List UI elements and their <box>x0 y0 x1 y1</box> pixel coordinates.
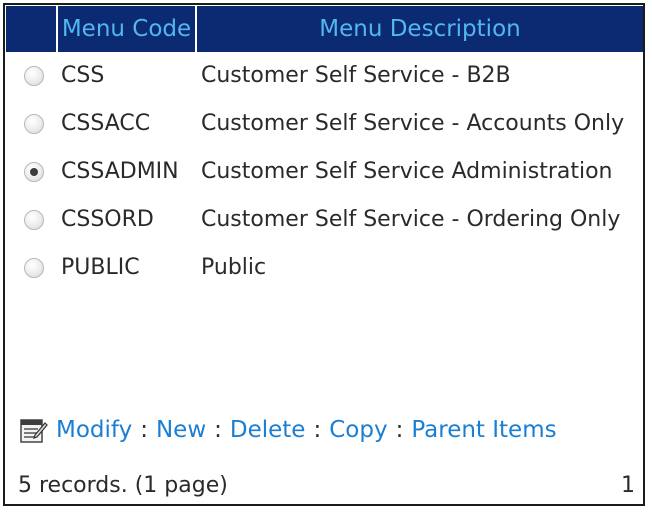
table-row[interactable]: PUBLIC Public <box>6 244 646 292</box>
table-header: Menu Code Menu Description <box>6 6 643 52</box>
menu-description-cell: Customer Self Service - Ordering Only <box>201 207 621 232</box>
header-menu-description[interactable]: Menu Description <box>197 6 643 52</box>
page-number-link[interactable]: 1 <box>621 468 635 504</box>
separator: : <box>313 417 322 443</box>
header-menu-code[interactable]: Menu Code <box>58 6 197 52</box>
table-row[interactable]: CSSORD Customer Self Service - Ordering … <box>6 196 646 244</box>
row-radio[interactable] <box>24 66 44 86</box>
menu-description-cell: Customer Self Service Administration <box>201 159 613 184</box>
modify-link[interactable]: Modify <box>56 417 132 443</box>
action-bar: Modify : New : Delete : Copy : Parent It… <box>18 412 557 448</box>
menu-description-cell: Customer Self Service - B2B <box>201 63 511 88</box>
row-radio[interactable] <box>24 162 44 182</box>
menu-code-cell: CSS <box>61 63 105 88</box>
separator: : <box>395 417 404 443</box>
row-radio[interactable] <box>24 114 44 134</box>
menu-code-cell: PUBLIC <box>61 255 140 280</box>
menu-code-cell: CSSORD <box>61 207 154 232</box>
row-radio[interactable] <box>24 210 44 230</box>
menu-description-cell: Customer Self Service - Accounts Only <box>201 111 625 136</box>
menu-code-cell: CSSADMIN <box>61 159 179 184</box>
header-select-column <box>6 6 58 52</box>
delete-link[interactable]: Delete <box>230 417 306 443</box>
table-row[interactable]: CSSACC Customer Self Service - Accounts … <box>6 100 646 148</box>
copy-link[interactable]: Copy <box>329 417 387 443</box>
new-link[interactable]: New <box>156 417 206 443</box>
table-row[interactable]: CSS Customer Self Service - B2B <box>6 52 646 100</box>
separator: : <box>214 417 222 443</box>
records-count: 5 records. (1 page) <box>18 473 228 498</box>
pager-footer: 5 records. (1 page) 1 <box>18 468 635 504</box>
edit-form-icon[interactable] <box>18 415 48 445</box>
row-radio[interactable] <box>24 258 44 278</box>
parent-items-link[interactable]: Parent Items <box>411 417 556 443</box>
menu-code-cell: CSSACC <box>61 111 151 136</box>
menu-description-cell: Public <box>201 255 267 280</box>
table-row[interactable]: CSSADMIN Customer Self Service Administr… <box>6 148 646 196</box>
separator: : <box>140 417 148 443</box>
